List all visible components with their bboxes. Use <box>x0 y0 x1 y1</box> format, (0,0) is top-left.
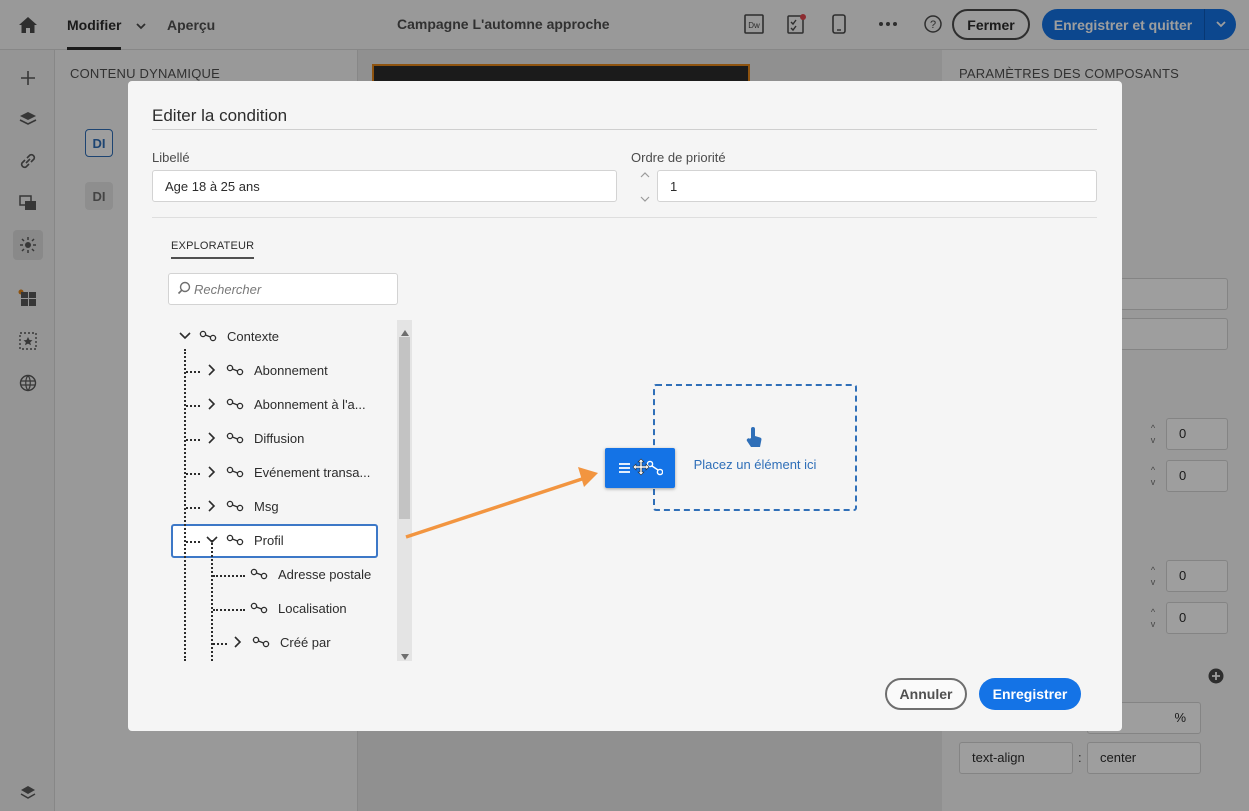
tree-node-label: Localisation <box>278 600 347 616</box>
drop-zone[interactable]: Placez un élément ici <box>653 384 857 511</box>
tree-connector <box>186 371 200 373</box>
link-icon <box>252 635 272 649</box>
tree-node-label: Evénement transa... <box>254 464 371 480</box>
link-icon <box>226 465 246 479</box>
dialog-title: Editer la condition <box>152 106 288 125</box>
label-field-label: Libellé <box>152 150 190 165</box>
link-icon <box>226 431 246 445</box>
tree-node-label: Contexte <box>227 328 280 344</box>
scroll-down-icon[interactable] <box>401 648 409 663</box>
explorer-tree: Contexte Abonnement Abonnement à l'a... … <box>168 320 414 661</box>
tree-node-label: Abonnement <box>254 362 328 378</box>
tree-node-localisation[interactable]: Localisation <box>250 595 347 621</box>
chevron-right-icon[interactable] <box>204 430 220 446</box>
tree-node-contexte[interactable]: Contexte <box>177 323 279 349</box>
chevron-right-icon[interactable] <box>204 362 220 378</box>
link-icon <box>199 329 219 343</box>
search-field[interactable] <box>168 273 398 305</box>
divider <box>152 217 1097 218</box>
chevron-right-icon[interactable] <box>204 464 220 480</box>
tree-node-label: Adresse postale <box>278 566 372 582</box>
tree-node-evenement-transactionnel[interactable]: Evénement transa... <box>204 459 370 485</box>
tree-node-label: Créé par <box>280 634 331 650</box>
label-input[interactable] <box>152 170 617 202</box>
tree-node-label: Msg <box>254 498 279 514</box>
tree-connector <box>213 609 245 611</box>
cancel-button[interactable]: Annuler <box>885 678 967 710</box>
priority-label: Ordre de priorité <box>631 150 726 165</box>
link-icon <box>250 601 270 615</box>
drop-zone-label: Placez un élément ici <box>693 457 817 472</box>
chevron-down-icon[interactable] <box>204 532 220 548</box>
tree-node-label: Abonnement à l'a... <box>254 396 366 412</box>
link-icon <box>226 499 246 513</box>
tree-node-abonnement-a-l-application[interactable]: Abonnement à l'a... <box>204 391 366 417</box>
link-icon <box>226 397 246 411</box>
touch-icon <box>743 426 765 453</box>
tree-node-msg[interactable]: Msg <box>204 493 279 519</box>
tree-connector <box>186 541 200 543</box>
link-icon <box>226 533 246 547</box>
drag-arrow-icon <box>405 467 598 539</box>
priority-input[interactable] <box>657 170 1097 202</box>
tree-node-diffusion[interactable]: Diffusion <box>204 425 304 451</box>
priority-stepper[interactable] <box>638 172 652 202</box>
tree-node-abonnement[interactable]: Abonnement <box>204 357 328 383</box>
tree-node-label: Profil <box>254 532 284 548</box>
scroll-up-icon[interactable] <box>401 324 409 339</box>
tree-connector <box>213 643 227 645</box>
tree-connector <box>184 349 186 661</box>
move-cursor-icon <box>619 458 663 476</box>
tree-connector <box>186 473 200 475</box>
chevron-right-icon[interactable] <box>204 498 220 514</box>
search-input[interactable] <box>194 281 394 297</box>
tree-node-adresse-postale[interactable]: Adresse postale <box>250 561 371 587</box>
edit-condition-dialog: Editer la condition Libellé Ordre de pri… <box>128 81 1122 731</box>
tree-connector <box>213 575 245 577</box>
link-icon <box>226 363 246 377</box>
tab-explorer[interactable]: EXPLORATEUR <box>171 240 255 259</box>
tree-node-label: Diffusion <box>254 430 305 446</box>
chevron-down-icon[interactable] <box>177 328 193 344</box>
divider <box>152 129 1097 130</box>
link-icon <box>250 567 270 581</box>
tree-connector <box>186 507 200 509</box>
tree-connector <box>186 405 200 407</box>
tree-connector <box>186 439 200 441</box>
chevron-right-icon[interactable] <box>204 396 220 412</box>
dragged-element[interactable] <box>605 448 675 488</box>
chevron-right-icon[interactable] <box>230 634 246 650</box>
tree-node-cree-par[interactable]: Créé par <box>230 629 331 655</box>
tree-node-profil[interactable]: Profil <box>204 527 284 553</box>
search-icon <box>177 281 191 298</box>
save-button[interactable]: Enregistrer <box>979 678 1081 710</box>
